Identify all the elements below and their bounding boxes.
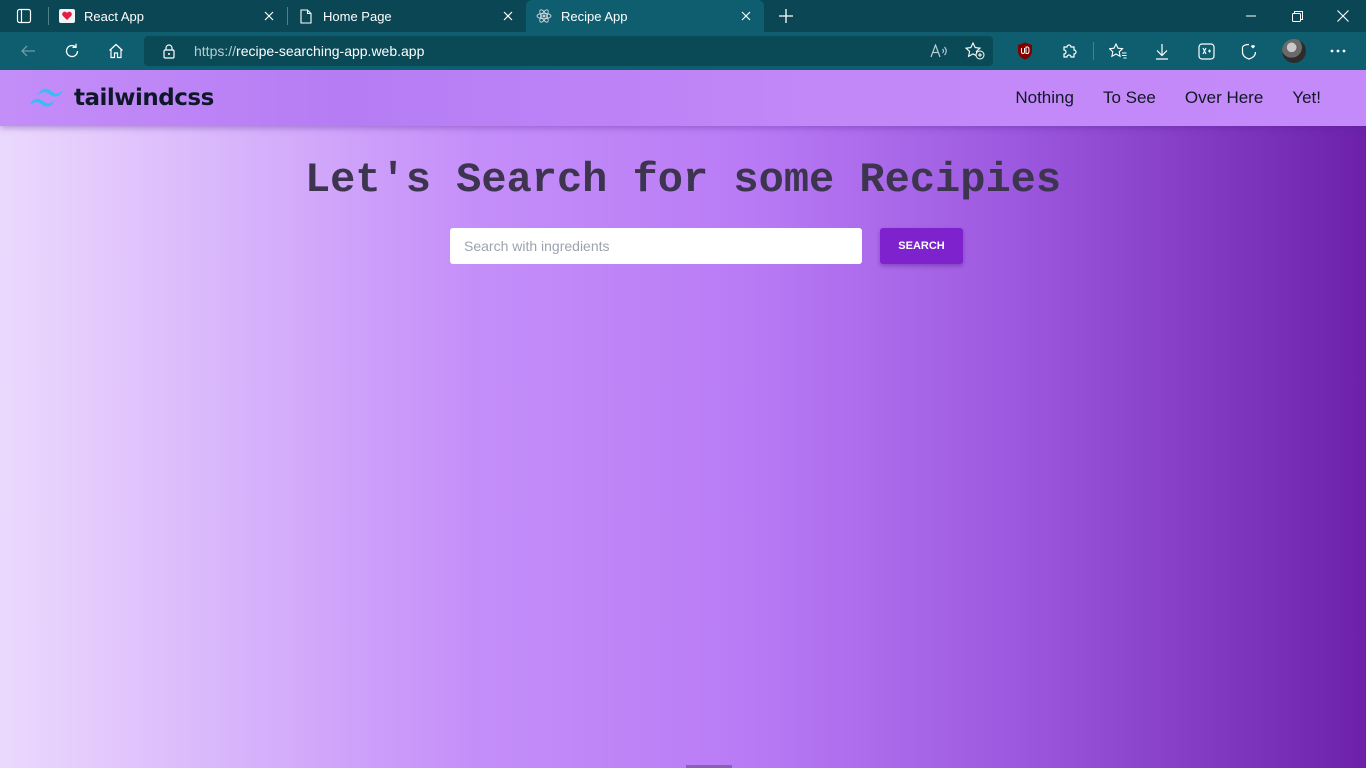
url-host: recipe-searching-app.web.app — [236, 43, 425, 59]
url-scheme: https:// — [194, 43, 237, 59]
minimize-button[interactable] — [1228, 0, 1274, 32]
tab-react-app[interactable]: React App — [49, 0, 287, 32]
back-button[interactable] — [6, 32, 50, 70]
minimize-icon — [1246, 15, 1256, 17]
ublock-shield-icon — [1018, 42, 1032, 60]
page-icon — [298, 8, 314, 24]
nav-link-to-see[interactable]: To See — [1103, 88, 1156, 108]
nav-link-yet[interactable]: Yet! — [1292, 88, 1321, 108]
tab-title: Home Page — [323, 8, 392, 24]
avatar — [1282, 39, 1306, 63]
extensions-button[interactable] — [1047, 32, 1091, 70]
tailwind-logo-icon — [30, 88, 63, 107]
brand-name: tailwindcss — [74, 85, 214, 111]
plus-icon — [779, 9, 793, 23]
site-nav-links: Nothing To See Over Here Yet! — [986, 70, 1321, 126]
nav-link-nothing[interactable]: Nothing — [1015, 88, 1074, 108]
page-content: tailwindcss Nothing To See Over Here Yet… — [0, 70, 1366, 768]
close-icon — [1337, 10, 1349, 22]
favorites-button[interactable] — [1096, 32, 1140, 70]
more-options-icon — [1330, 49, 1346, 53]
puzzle-piece-icon — [1062, 43, 1077, 58]
nav-link-over-here[interactable]: Over Here — [1185, 88, 1263, 108]
tab-close-icon[interactable] — [734, 4, 758, 28]
browser-toolbar: https://recipe-searching-app.web.app — [0, 32, 1366, 70]
ublock-origin-button[interactable] — [1003, 32, 1047, 70]
brand-link[interactable]: tailwindcss — [28, 85, 214, 111]
tab-title: Recipe App — [561, 8, 628, 24]
page-title: Let's Search for some Recipies — [304, 156, 1062, 204]
site-navbar: tailwindcss Nothing To See Over Here Yet… — [0, 70, 1366, 126]
refresh-button[interactable] — [50, 32, 94, 70]
tab-title: React App — [84, 8, 144, 24]
window-controls — [1228, 0, 1366, 32]
back-arrow-icon — [21, 45, 35, 57]
tab-home-page[interactable]: Home Page — [288, 0, 526, 32]
heart-shield-icon — [1241, 43, 1257, 60]
browser-tab-bar: React App Home Page Recipe App — [0, 0, 1366, 32]
restore-icon — [1291, 10, 1303, 22]
react-favicon-icon — [536, 8, 552, 24]
math-solver-button[interactable] — [1184, 32, 1228, 70]
refresh-icon — [65, 43, 79, 58]
profile-button[interactable] — [1272, 32, 1316, 70]
read-aloud-icon[interactable] — [921, 36, 957, 66]
tab-close-icon[interactable] — [257, 4, 281, 28]
tab-close-icon[interactable] — [496, 4, 520, 28]
tab-actions-icon — [16, 8, 32, 24]
toolbar-separator — [1093, 42, 1094, 60]
math-solver-icon — [1197, 42, 1215, 60]
toolbar-extensions — [1003, 32, 1360, 70]
heart-favicon-icon — [59, 8, 75, 24]
ingredient-search-input[interactable] — [450, 228, 862, 264]
url-text: https://recipe-searching-app.web.app — [194, 43, 921, 59]
home-icon — [109, 43, 123, 59]
close-window-button[interactable] — [1320, 0, 1366, 32]
lock-icon[interactable] — [144, 43, 194, 59]
tab-recipe-app[interactable]: Recipe App — [526, 0, 764, 32]
add-favorite-icon[interactable] — [957, 36, 993, 66]
tab-actions-button[interactable] — [0, 0, 48, 32]
downloads-button[interactable] — [1140, 32, 1184, 70]
new-tab-button[interactable] — [768, 0, 804, 32]
settings-and-more-button[interactable] — [1316, 32, 1360, 70]
browser-essentials-button[interactable] — [1228, 32, 1272, 70]
restore-button[interactable] — [1274, 0, 1320, 32]
address-bar[interactable]: https://recipe-searching-app.web.app — [144, 36, 993, 66]
favorites-star-icon — [1109, 43, 1127, 59]
search-button[interactable]: SEARCH — [880, 228, 963, 264]
home-button[interactable] — [94, 32, 138, 70]
download-icon — [1156, 43, 1168, 60]
